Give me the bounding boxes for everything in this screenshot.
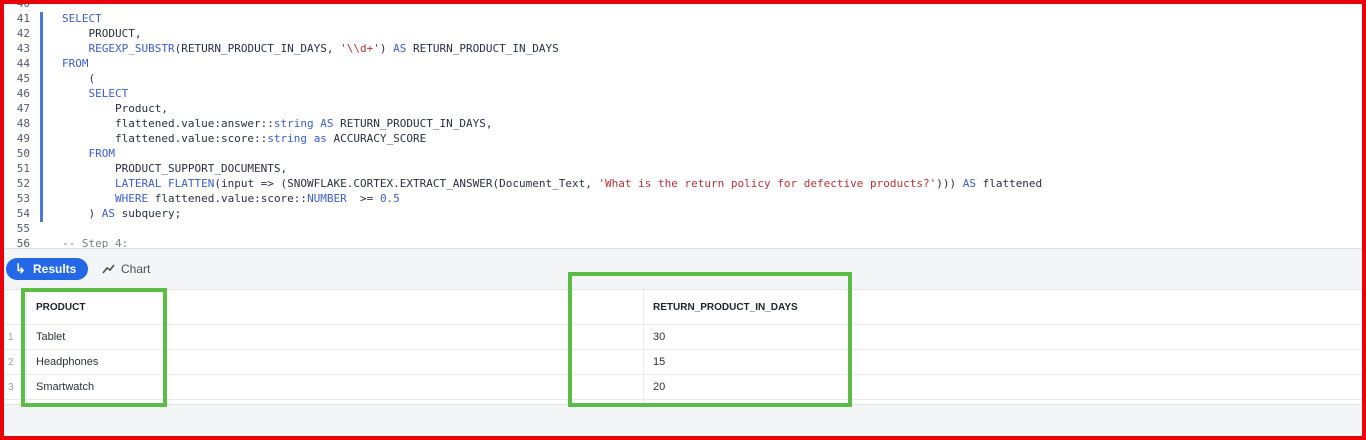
cell-return-days[interactable]: 30: [653, 325, 665, 349]
code-line[interactable]: 52 LATERAL FLATTEN(input => (SNOWFLAKE.C…: [4, 176, 1362, 191]
code-text: PRODUCT_SUPPORT_DOCUMENTS,: [62, 162, 288, 175]
code-text: flattened.value:score::string as ACCURAC…: [62, 132, 427, 145]
cell-product[interactable]: Tablet: [36, 325, 65, 349]
line-number: 54: [16, 207, 30, 220]
code-line[interactable]: 47 Product,: [4, 101, 1362, 116]
line-number: 48: [16, 117, 30, 130]
line-chart-icon: [102, 258, 115, 280]
code-line[interactable]: 48 flattened.value:answer::string AS RET…: [4, 116, 1362, 131]
code-line[interactable]: 46 SELECT: [4, 86, 1362, 101]
cell-product[interactable]: Headphones: [36, 350, 98, 374]
code-line[interactable]: 50 FROM: [4, 146, 1362, 161]
code-text: LATERAL FLATTEN(input => (SNOWFLAKE.CORT…: [114, 177, 1043, 190]
row-number: 1: [8, 331, 14, 343]
code-text: flattened.value:answer::string AS RETURN…: [62, 117, 493, 130]
line-number: 40: [4, 4, 30, 11]
code-text: REGEXP_SUBSTR(RETURN_PRODUCT_IN_DAYS, '\…: [88, 42, 559, 55]
line-number: 45: [16, 72, 30, 85]
code-text: (: [62, 72, 96, 85]
code-text: FROM: [88, 147, 116, 160]
code-line[interactable]: 41 SELECT: [4, 11, 1362, 26]
line-number: 56: [16, 237, 30, 248]
line-number: 50: [16, 147, 30, 160]
code-line[interactable]: 42 PRODUCT,: [4, 26, 1362, 41]
arrow-return-icon: ↳: [15, 261, 26, 276]
cell-product[interactable]: Smartwatch: [36, 375, 94, 399]
code-line[interactable]: 51 PRODUCT_SUPPORT_DOCUMENTS,: [4, 161, 1362, 176]
code-line[interactable]: 53 WHERE flattened.value:score::NUMBER >…: [4, 191, 1362, 206]
code-line[interactable]: 43 REGEXP_SUBSTR(RETURN_PRODUCT_IN_DAYS,…: [4, 41, 1362, 56]
code-line[interactable]: 55: [4, 221, 1362, 236]
code-line[interactable]: 56 -- Step 4:: [4, 236, 1362, 248]
cell-return-days[interactable]: 15: [653, 350, 665, 374]
column-header-return-days[interactable]: RETURN_PRODUCT_IN_DAYS: [653, 290, 798, 324]
cell-return-days[interactable]: 20: [653, 375, 665, 399]
table-row[interactable]: 3 Smartwatch 20: [4, 375, 1362, 400]
tab-results-label: Results: [33, 262, 77, 276]
line-number: 55: [16, 222, 30, 235]
code-text: SELECT: [62, 12, 102, 25]
row-number: 3: [8, 381, 14, 393]
results-panel: ↳ Results Chart PRODUCT RETURN_PRODUCT_I…: [4, 248, 1362, 436]
code-text: FROM: [62, 57, 89, 70]
code-line[interactable]: 40: [4, 4, 1362, 11]
code-text: SELECT: [88, 87, 129, 100]
row-number: 2: [8, 356, 14, 368]
table-row[interactable]: 2 Headphones 15: [4, 350, 1362, 375]
tab-results[interactable]: ↳ Results: [6, 258, 88, 280]
tab-chart[interactable]: Chart: [100, 258, 164, 280]
code-text: ) AS subquery;: [62, 207, 182, 220]
code-text: -- Step 4:: [62, 237, 129, 248]
table-row[interactable]: 1 Tablet 30: [4, 325, 1362, 350]
code-line[interactable]: 54 ) AS subquery;: [4, 206, 1362, 221]
code-text: WHERE flattened.value:score::NUMBER >= 0…: [114, 192, 400, 205]
line-number: 47: [16, 102, 30, 115]
line-number: 49: [16, 132, 30, 145]
line-number: 46: [16, 87, 30, 100]
line-number: 43: [16, 42, 30, 55]
line-number: 53: [16, 192, 30, 205]
code-line[interactable]: 45 (: [4, 71, 1362, 86]
code-text: Product,: [62, 102, 168, 115]
column-header-product[interactable]: PRODUCT: [36, 290, 85, 324]
sql-editor[interactable]: 4041SELECT42 PRODUCT,43 REGEXP_SUBSTR(RE…: [4, 4, 1362, 248]
tab-chart-label: Chart: [121, 262, 151, 276]
line-number: 41: [16, 12, 30, 25]
line-number: 44: [16, 57, 30, 70]
code-line[interactable]: 44 FROM: [4, 56, 1362, 71]
code-text: PRODUCT,: [62, 27, 142, 40]
line-number: 42: [16, 27, 30, 40]
table-header-row: PRODUCT RETURN_PRODUCT_IN_DAYS: [4, 290, 1362, 325]
results-table: PRODUCT RETURN_PRODUCT_IN_DAYS 1 Tablet …: [4, 289, 1362, 405]
line-number: 51: [16, 162, 30, 175]
code-line[interactable]: 49 flattened.value:score::string as ACCU…: [4, 131, 1362, 146]
line-number: 52: [16, 177, 30, 190]
